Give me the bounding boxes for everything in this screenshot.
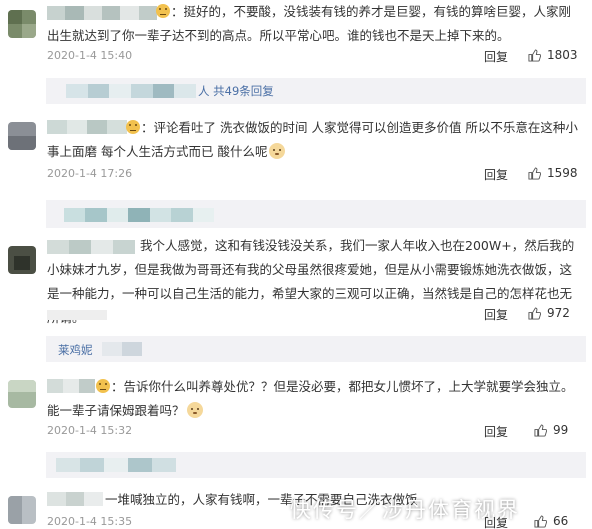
- timestamp: 2020-1-4 15:40: [47, 49, 133, 62]
- like-button[interactable]: 1803: [528, 48, 578, 62]
- thumbs-up-icon: [534, 423, 547, 437]
- comment-text: ：评论看吐了 洗衣做饭的时间 人家觉得可以创造更多价值 所以不乐意在这种小事上面…: [47, 120, 578, 159]
- comment-text: ：挺好的，不要酸，没钱装有钱的养才是巨婴，有钱的算啥巨婴，人家刚出生就达到了你一…: [47, 4, 572, 43]
- emoji-icon: [96, 379, 110, 393]
- reply-author-link[interactable]: 莱鸡妮: [58, 342, 93, 358]
- avatar[interactable]: [8, 246, 36, 274]
- like-button[interactable]: 972: [528, 306, 570, 320]
- reply-thread-box[interactable]: 莱鸡妮: [46, 336, 586, 362]
- blurred-username: [66, 84, 197, 98]
- like-count: 1598: [547, 166, 578, 180]
- thumbs-up-icon: [528, 306, 541, 320]
- reply-thread-box[interactable]: [46, 200, 586, 228]
- comment-4: ：告诉你什么叫养尊处优？？但是没必要，都把女儿惯坏了，上大学就要学会独立。能一辈…: [0, 372, 592, 448]
- reply-thread-box[interactable]: [46, 452, 586, 478]
- like-count: 1803: [547, 48, 578, 62]
- comment-2: ：评论看吐了 洗衣做饭的时间 人家觉得可以创造更多价值 所以不乐意在这种小事上面…: [0, 112, 592, 190]
- comment-3: 我个人感觉，这和有钱没钱没关系，我们一家人年收入也在200W+，然后我的小妹妹才…: [0, 234, 592, 330]
- timestamp-blurred: [47, 310, 107, 320]
- emoji-icon: [156, 4, 170, 18]
- like-button[interactable]: 99: [534, 423, 568, 437]
- avatar[interactable]: [8, 380, 36, 408]
- like-button[interactable]: 1598: [528, 166, 578, 180]
- blurred-reply: [64, 208, 214, 222]
- timestamp: 2020-1-4 17:26: [47, 167, 133, 180]
- avatar[interactable]: [8, 496, 36, 524]
- like-count: 99: [553, 423, 569, 437]
- dog-face-emoji-icon: [186, 402, 203, 418]
- blurred-reply: [56, 458, 176, 472]
- dog-face-emoji-icon: [269, 143, 286, 159]
- reply-count-link[interactable]: 人 共49条回复: [198, 83, 274, 99]
- reply-button[interactable]: 回复: [484, 423, 508, 440]
- watermark: 快传号／涉丹体育视界: [290, 498, 520, 522]
- reply-button[interactable]: 回复: [484, 166, 508, 183]
- reply-thread-box[interactable]: 人 共49条回复: [46, 78, 586, 104]
- like-count: 972: [547, 306, 570, 320]
- thumbs-up-icon: [534, 514, 547, 528]
- emoji-icon: [126, 120, 140, 134]
- blurred-username[interactable]: [47, 240, 135, 254]
- blurred-reply: [102, 342, 142, 356]
- comment-text: ：告诉你什么叫养尊处优？？但是没必要，都把女儿惯坏了，上大学就要学会独立。能一辈…: [47, 379, 574, 418]
- timestamp: 2020-1-4 15:35: [47, 515, 133, 528]
- comment-1: ：挺好的，不要酸，没钱装有钱的养才是巨婴，有钱的算啥巨婴，人家刚出生就达到了你一…: [0, 0, 592, 80]
- reply-button[interactable]: 回复: [484, 306, 508, 323]
- thumbs-up-icon: [528, 166, 541, 180]
- like-button[interactable]: 66: [534, 514, 568, 528]
- timestamp: 2020-1-4 15:32: [47, 424, 133, 437]
- like-count: 66: [553, 514, 569, 528]
- reply-button[interactable]: 回复: [484, 48, 508, 65]
- avatar[interactable]: [8, 10, 36, 38]
- thumbs-up-icon: [528, 48, 541, 62]
- avatar[interactable]: [8, 122, 36, 150]
